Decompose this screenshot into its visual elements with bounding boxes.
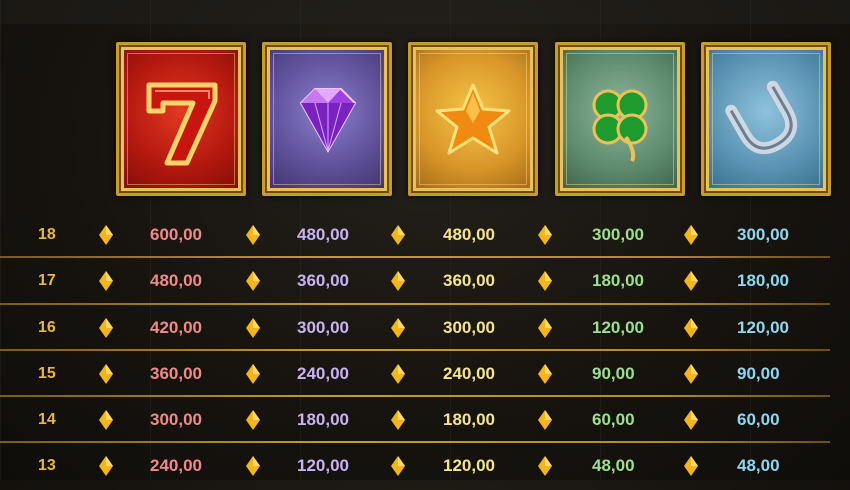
diamond-bullet-icon bbox=[246, 271, 260, 292]
diamond-bullet-icon bbox=[538, 271, 552, 292]
diamond-bullet-icon bbox=[684, 225, 698, 245]
payout-value: 60,00 bbox=[592, 410, 635, 430]
diamond-symbol-tile bbox=[262, 42, 392, 196]
payout-value: 600,00 bbox=[150, 225, 202, 244]
payout-value: 300,00 bbox=[297, 317, 349, 337]
diamond-bullet-icon bbox=[246, 225, 260, 245]
symbol-header bbox=[0, 0, 850, 200]
payout-value: 360,00 bbox=[443, 271, 495, 291]
payout-value: 300,00 bbox=[150, 410, 202, 430]
paytable: 18 600,00 480,00 480,00 300,00 300,00 17 480,00… bbox=[0, 212, 850, 490]
payout-value: 120,00 bbox=[737, 317, 789, 337]
diamond-bullet-icon bbox=[391, 363, 405, 384]
seven-symbol-tile bbox=[116, 42, 246, 196]
paytable-row: 16 420,00 300,00 300,00 120,00 120,00 bbox=[0, 305, 850, 351]
horseshoe-symbol-tile bbox=[701, 42, 831, 196]
payout-value: 120,00 bbox=[592, 317, 644, 337]
diamond-bullet-icon bbox=[99, 363, 113, 384]
diamond-bullet-icon bbox=[99, 410, 113, 431]
payout-value: 300,00 bbox=[443, 317, 495, 337]
payout-value: 420,00 bbox=[150, 317, 202, 337]
payout-value: 300,00 bbox=[737, 225, 789, 244]
diamond-bullet-icon bbox=[391, 225, 405, 245]
diamond-bullet-icon bbox=[391, 271, 405, 292]
diamond-bullet-icon bbox=[391, 410, 405, 431]
paytable-row: 17 480,00 360,00 360,00 180,00 180,00 bbox=[0, 258, 850, 305]
payout-value: 60,00 bbox=[737, 410, 780, 430]
symbol-count: 18 bbox=[38, 226, 56, 243]
payout-value: 180,00 bbox=[443, 410, 495, 430]
diamond-bullet-icon bbox=[538, 456, 552, 477]
gold-star-icon bbox=[435, 83, 511, 155]
diamond-bullet-icon bbox=[391, 317, 405, 338]
diamond-bullet-icon bbox=[99, 225, 113, 245]
payout-value: 90,00 bbox=[737, 363, 780, 383]
purple-diamond-icon bbox=[299, 88, 357, 154]
diamond-bullet-icon bbox=[538, 225, 552, 245]
diamond-bullet-icon bbox=[99, 271, 113, 292]
payout-value: 300,00 bbox=[592, 225, 644, 244]
diamond-bullet-icon bbox=[246, 456, 260, 477]
symbol-count: 14 bbox=[38, 411, 56, 429]
clover-symbol-tile bbox=[555, 42, 685, 196]
payout-value: 480,00 bbox=[443, 225, 495, 244]
payout-value: 360,00 bbox=[297, 271, 349, 291]
paytable-row: 14 300,00 180,00 180,00 60,00 60,00 bbox=[0, 397, 850, 444]
diamond-bullet-icon bbox=[246, 410, 260, 431]
payout-value: 120,00 bbox=[297, 456, 349, 476]
payout-value: 240,00 bbox=[150, 456, 202, 476]
diamond-bullet-icon bbox=[684, 410, 698, 431]
payout-value: 48,00 bbox=[592, 456, 635, 476]
payout-value: 180,00 bbox=[592, 271, 644, 291]
diamond-bullet-icon bbox=[684, 271, 698, 292]
diamond-bullet-icon bbox=[684, 363, 698, 384]
red-seven-icon bbox=[146, 82, 218, 166]
diamond-bullet-icon bbox=[684, 317, 698, 338]
diamond-bullet-icon bbox=[99, 456, 113, 477]
diamond-bullet-icon bbox=[246, 317, 260, 338]
payout-value: 240,00 bbox=[297, 363, 349, 383]
symbol-count: 17 bbox=[38, 272, 56, 290]
payout-value: 120,00 bbox=[443, 456, 495, 476]
diamond-bullet-icon bbox=[538, 410, 552, 431]
paytable-row: 15 360,00 240,00 240,00 90,00 90,00 bbox=[0, 351, 850, 398]
payout-value: 180,00 bbox=[297, 410, 349, 430]
symbol-count: 13 bbox=[38, 457, 56, 475]
silver-horseshoe-icon bbox=[725, 80, 798, 155]
diamond-bullet-icon bbox=[246, 363, 260, 384]
diamond-bullet-icon bbox=[391, 456, 405, 477]
symbol-count: 15 bbox=[38, 364, 56, 382]
symbol-count: 16 bbox=[38, 318, 56, 336]
diamond-bullet-icon bbox=[538, 317, 552, 338]
paytable-row: 18 600,00 480,00 480,00 300,00 300,00 bbox=[0, 212, 850, 259]
diamond-bullet-icon bbox=[99, 317, 113, 338]
payout-value: 360,00 bbox=[150, 363, 202, 383]
diamond-bullet-icon bbox=[684, 456, 698, 477]
payout-value: 90,00 bbox=[592, 363, 635, 383]
star-symbol-tile bbox=[408, 42, 538, 196]
paytable-row: 13 240,00 120,00 120,00 48,00 48,00 bbox=[0, 443, 850, 489]
payout-value: 480,00 bbox=[150, 271, 202, 291]
four-leaf-clover-icon bbox=[592, 89, 648, 162]
payout-value: 48,00 bbox=[737, 456, 780, 476]
payout-value: 480,00 bbox=[297, 225, 349, 244]
payout-value: 240,00 bbox=[443, 363, 495, 383]
diamond-bullet-icon bbox=[538, 363, 552, 384]
payout-value: 180,00 bbox=[737, 271, 789, 291]
